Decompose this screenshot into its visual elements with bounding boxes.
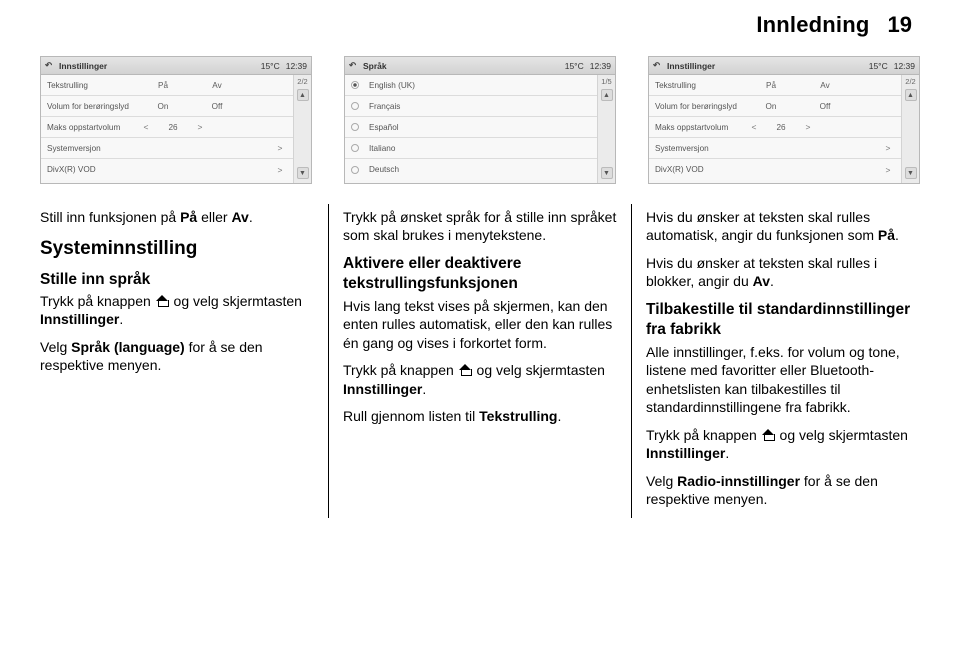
column-3: Hvis du ønsker at teksten skal rulles au…	[632, 204, 920, 518]
chevron-left-icon[interactable]: <	[747, 122, 761, 132]
section-title: Innledning	[756, 12, 869, 38]
row-volum-lyd[interactable]: Volum for berøringslyd On Off	[649, 96, 901, 117]
body-text: Velg Radio-innstillinger for å se den re…	[646, 472, 920, 509]
screen-time: 12:39	[286, 61, 307, 71]
chevron-right-icon[interactable]: >	[801, 122, 815, 132]
scroll-up-icon[interactable]: ▲	[601, 89, 613, 101]
chevron-right-icon: >	[273, 143, 287, 153]
row-systemversjon[interactable]: Systemversjon >	[41, 138, 293, 159]
row-volum-lyd[interactable]: Volum for berøringslyd On Off	[41, 96, 293, 117]
heading-stille-inn-sprak: Stille inn språk	[40, 270, 314, 290]
scroll-down-icon[interactable]: ▼	[905, 167, 917, 179]
body-text: Alle innstillinger, f.eks. for volum og …	[646, 343, 920, 417]
row-divx[interactable]: DivX(R) VOD >	[41, 159, 293, 180]
home-icon	[762, 429, 775, 441]
lang-espanol[interactable]: Español	[345, 117, 597, 138]
screenshot-language: ↶ Språk 15°C 12:39 English (UK) Français…	[344, 56, 616, 184]
radio-icon	[351, 123, 359, 131]
scroll-column: 2/2 ▲ ▼	[293, 75, 311, 183]
screen-titlebar: ↶ Innstillinger 15°C 12:39	[649, 57, 919, 75]
row-divx[interactable]: DivX(R) VOD >	[649, 159, 901, 180]
chevron-right-icon: >	[881, 165, 895, 175]
body-text: Trykk på knappen og velg skjermtasten In…	[646, 426, 920, 463]
screen-titlebar: ↶ Innstillinger 15°C 12:39	[41, 57, 311, 75]
row-tekstrulling[interactable]: Tekstrulling På Av	[649, 75, 901, 96]
scroll-column: 1/5 ▲ ▼	[597, 75, 615, 183]
chevron-right-icon: >	[881, 143, 895, 153]
column-1: Still inn funksjonen på På eller Av. Sys…	[40, 204, 329, 518]
body-text: Hvis du ønsker at teksten skal rulles i …	[646, 254, 920, 291]
screen-titlebar: ↶ Språk 15°C 12:39	[345, 57, 615, 75]
back-icon[interactable]: ↶	[653, 60, 667, 71]
screen-temp: 15°C	[261, 61, 280, 71]
heading-aktivere-tekstrulling: Aktivere eller deaktivere tekstrullingsf…	[343, 254, 617, 295]
screenshot-settings-2: ↶ Innstillinger 15°C 12:39 Tekstrulling …	[648, 56, 920, 184]
back-icon[interactable]: ↶	[349, 60, 363, 71]
radio-icon	[351, 166, 359, 174]
chevron-right-icon[interactable]: >	[193, 122, 207, 132]
chevron-left-icon[interactable]: <	[139, 122, 153, 132]
body-text: Velg Språk (language) for å se den respe…	[40, 338, 314, 375]
screen-title: Innstillinger	[667, 61, 715, 71]
radio-icon	[351, 144, 359, 152]
screen-time: 12:39	[590, 61, 611, 71]
row-maks-volum[interactable]: Maks oppstartvolum < 26 >	[41, 117, 293, 138]
screen-temp: 15°C	[565, 61, 584, 71]
body-text: Trykk på knappen og velg skjermtasten In…	[40, 292, 314, 329]
scroll-down-icon[interactable]: ▼	[297, 167, 309, 179]
heading-tilbakestille: Tilbakestille til standardinnstillinger …	[646, 300, 920, 341]
chevron-right-icon: >	[273, 165, 287, 175]
lang-english[interactable]: English (UK)	[345, 75, 597, 96]
lang-italiano[interactable]: Italiano	[345, 138, 597, 159]
lang-francais[interactable]: Français	[345, 96, 597, 117]
body-text: Still inn funksjonen på På eller Av.	[40, 208, 314, 226]
body-text: Trykk på ønsket språk for å stille inn s…	[343, 208, 617, 245]
text-columns: Still inn funksjonen på På eller Av. Sys…	[40, 204, 920, 518]
screenshot-row: ↶ Innstillinger 15°C 12:39 Tekstrulling …	[40, 56, 920, 184]
page-number: 19	[888, 12, 912, 38]
screen-title: Innstillinger	[59, 61, 107, 71]
radio-icon	[351, 102, 359, 110]
screenshot-settings-1: ↶ Innstillinger 15°C 12:39 Tekstrulling …	[40, 56, 312, 184]
row-tekstrulling[interactable]: Tekstrulling På Av	[41, 75, 293, 96]
home-icon	[156, 295, 169, 307]
screen-time: 12:39	[894, 61, 915, 71]
scroll-up-icon[interactable]: ▲	[297, 89, 309, 101]
body-text: Hvis lang tekst vises på skjermen, kan d…	[343, 297, 617, 352]
screen-title: Språk	[363, 61, 387, 71]
scroll-counter: 2/2	[297, 77, 307, 86]
body-text: Hvis du ønsker at teksten skal rulles au…	[646, 208, 920, 245]
scroll-counter: 1/5	[601, 77, 611, 86]
radio-selected-icon	[351, 81, 359, 89]
body-text: Trykk på knappen og velg skjermtasten In…	[343, 361, 617, 398]
row-systemversjon[interactable]: Systemversjon >	[649, 138, 901, 159]
page-header: Innledning 19	[40, 12, 920, 38]
heading-systeminnstilling: Systeminnstilling	[40, 236, 314, 261]
home-icon	[459, 364, 472, 376]
body-text: Rull gjennom listen til Tekstrulling.	[343, 407, 617, 425]
back-icon[interactable]: ↶	[45, 60, 59, 71]
row-maks-volum[interactable]: Maks oppstartvolum < 26 >	[649, 117, 901, 138]
scroll-down-icon[interactable]: ▼	[601, 167, 613, 179]
scroll-column: 2/2 ▲ ▼	[901, 75, 919, 183]
scroll-up-icon[interactable]: ▲	[905, 89, 917, 101]
lang-deutsch[interactable]: Deutsch	[345, 159, 597, 180]
scroll-counter: 2/2	[905, 77, 915, 86]
screen-temp: 15°C	[869, 61, 888, 71]
column-2: Trykk på ønsket språk for å stille inn s…	[329, 204, 632, 518]
